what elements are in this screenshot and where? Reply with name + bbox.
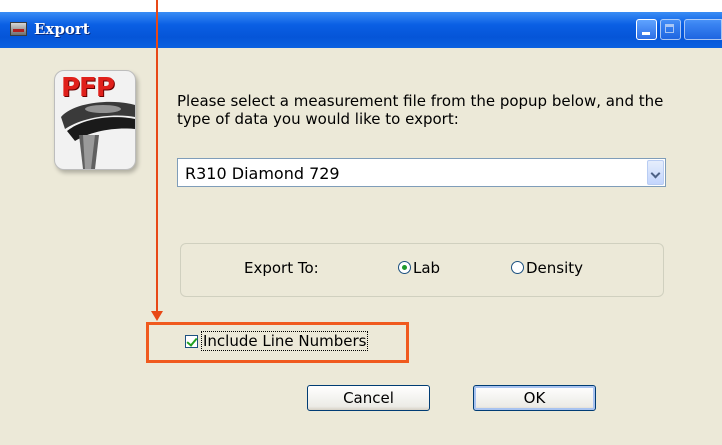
minimize-icon[interactable]: [636, 19, 657, 40]
export-dialog: Export PFP Please select a measurement f…: [0, 12, 722, 445]
printer-icon: [10, 22, 27, 36]
instruction-text: Please select a measurement file from th…: [177, 92, 664, 128]
annotation-arrow-line: [156, 0, 158, 312]
export-to-label: Export To:: [244, 259, 319, 277]
cancel-button[interactable]: Cancel: [307, 385, 430, 411]
maximize-icon[interactable]: [660, 19, 681, 40]
measurement-file-select[interactable]: R310 Diamond 729: [177, 158, 666, 187]
selected-file-value: R310 Diamond 729: [185, 164, 340, 183]
pfp-app-logo: PFP: [54, 70, 136, 170]
annotation-highlight-box: [146, 322, 409, 363]
chevron-down-icon[interactable]: [647, 160, 664, 185]
app-logo-graphic: [61, 101, 135, 169]
radio-density[interactable]: [511, 261, 524, 274]
title-bar[interactable]: Export: [0, 12, 722, 48]
ok-button[interactable]: OK: [473, 385, 596, 411]
radio-lab[interactable]: [398, 261, 411, 274]
window-title: Export: [34, 20, 90, 38]
radio-lab-label[interactable]: Lab: [413, 259, 440, 277]
radio-density-label[interactable]: Density: [526, 259, 583, 277]
close-icon[interactable]: [684, 19, 722, 40]
annotation-arrow-head: [151, 311, 163, 321]
